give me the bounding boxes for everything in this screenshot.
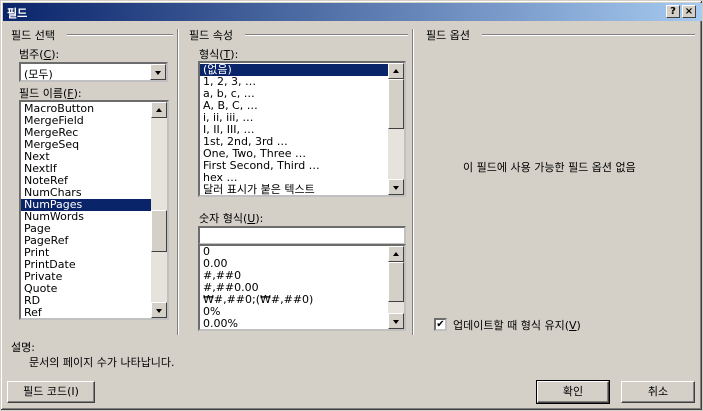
field-name-item[interactable]: Ref [21,307,151,319]
preserve-format-checkbox[interactable]: ✔ [434,318,447,331]
category-dropdown[interactable]: (모두) [19,62,168,82]
scroll-thumb[interactable] [151,210,167,252]
field-names-list[interactable]: MacroButton MergeField MergeRec MergeSeq Nex… [19,100,169,320]
field-names-scrollbar[interactable] [151,102,167,318]
no-options-message: 이 필드에 사용 가능한 필드 옵션 없음 [463,161,636,174]
scroll-down-icon[interactable] [388,179,404,195]
field-names-label: 필드 이름(F): [19,87,82,100]
description-label: 설명: [11,341,35,354]
scroll-up-icon[interactable] [151,102,167,118]
preserve-format-label[interactable]: 업데이트할 때 형식 유지(V) [453,317,581,333]
checkmark-icon: ✔ [436,319,445,330]
section-rule [245,34,408,36]
divider-left [177,29,179,335]
description-text: 문서의 페이지 수가 나타납니다. [29,356,175,369]
format-item[interactable]: 달러 표시가 붙은 텍스트 [200,184,388,196]
category-label: 범주(C): [19,48,60,61]
divider-right [412,29,414,335]
scroll-down-icon[interactable] [151,302,167,318]
section-field-props: 필드 속성 [189,29,233,42]
help-button[interactable]: ? [666,5,680,18]
cancel-button[interactable]: 취소 [621,381,695,403]
field-name-item[interactable]: Quote [21,283,151,295]
dropdown-arrow-icon[interactable] [150,64,166,80]
section-field-options: 필드 옵션 [426,29,470,42]
number-format-item[interactable]: ₩#,##0;(₩#,##0) [200,294,388,306]
category-value: (모두) [24,68,53,81]
number-format-list[interactable]: 0 0.00 #,##0 #,##0.00 ₩#,##0;(₩#,##0) 0% 0.00% [198,244,406,331]
section-rule [482,34,695,36]
scroll-up-icon[interactable] [388,63,404,79]
number-format-item[interactable]: 0 [200,246,388,258]
section-rule [67,34,173,36]
section-field-select: 필드 선택 [11,29,55,42]
number-format-scrollbar[interactable] [388,246,404,329]
field-dialog: 필드 ? × 필드 선택 필드 속성 필드 옵션 범주(C): (모두) 필드 … [0,0,703,411]
number-format-item[interactable]: 0.00% [200,318,388,330]
scroll-up-icon[interactable] [388,246,404,262]
format-list[interactable]: (없음) 1, 2, 3, … a, b, c, … A, B, C, … i, ii,… [198,61,406,197]
scroll-thumb[interactable] [388,79,404,129]
title-bar[interactable]: 필드 ? × [3,3,702,21]
field-codes-button[interactable]: 필드 코드(I) [7,381,95,403]
window-title: 필드 [7,7,28,20]
format-scrollbar[interactable] [388,63,404,195]
scroll-thumb[interactable] [388,262,404,302]
close-button[interactable]: × [682,5,696,18]
scroll-down-icon[interactable] [388,313,404,329]
number-format-input[interactable] [198,226,406,245]
ok-button[interactable]: 확인 [536,380,610,404]
number-format-label: 숫자 형식(U): [199,212,264,225]
format-label: 형식(T): [199,48,239,61]
